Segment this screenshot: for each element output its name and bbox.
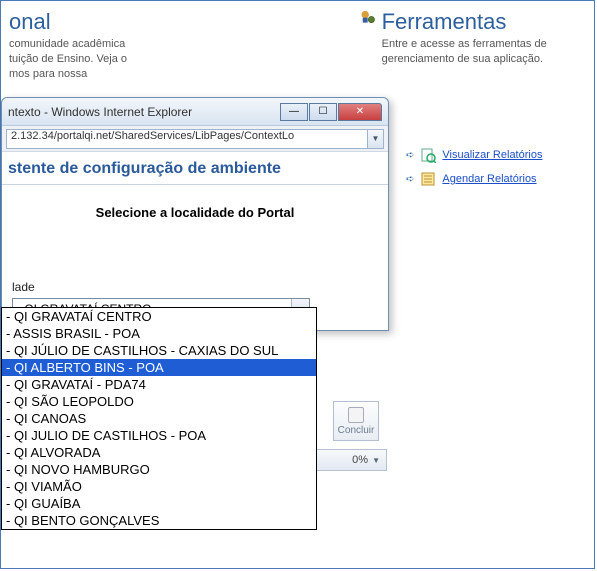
visualize-reports-link[interactable]: Visualizar Relatórios <box>442 149 542 161</box>
locality-dropdown-list[interactable]: - QI GRAVATAÍ CENTRO- ASSIS BRASIL - POA… <box>1 307 317 530</box>
window-titlebar[interactable]: ntexto - Windows Internet Explorer — ☐ ✕ <box>2 98 388 126</box>
dropdown-option[interactable]: - QI GUAÍBA <box>2 495 316 512</box>
dropdown-option[interactable]: - QI SÃO LEOPOLDO <box>2 393 316 410</box>
tool-link-visualize[interactable]: ➪ Visualizar Relatórios <box>406 147 542 163</box>
bg-right-desc: Entre e acesse as ferramentas de gerenci… <box>382 37 586 67</box>
tools-section-icon <box>359 9 378 35</box>
dropdown-option[interactable]: - QI ALVORADA <box>2 444 316 461</box>
bg-right-title: Ferramentas <box>382 9 586 35</box>
dropdown-option[interactable]: - QI JÚLIO DE CASTILHOS - CAXIAS DO SUL <box>2 342 316 359</box>
dropdown-option[interactable]: - QI JULIO DE CASTILHOS - POA <box>2 427 316 444</box>
report-icon <box>420 147 436 163</box>
tool-link-schedule[interactable]: ➪ Agendar Relatórios <box>406 171 542 187</box>
close-button[interactable]: ✕ <box>338 103 382 121</box>
dropdown-option[interactable]: - QI NOVO HAMBURGO <box>2 461 316 478</box>
bg-left-desc: comunidade acadêmica tuição de Ensino. V… <box>9 37 343 82</box>
tool-links: ➪ Visualizar Relatórios ➪ Agendar Relató… <box>406 147 542 195</box>
dropdown-option[interactable]: - QI GRAVATAÍ CENTRO <box>2 308 316 325</box>
zoom-value: 0% <box>352 454 368 466</box>
window-title: ntexto - Windows Internet Explorer <box>8 105 279 119</box>
wizard-title: stente de configuração de ambiente <box>8 160 382 178</box>
dropdown-option[interactable]: - QI ALBERTO BINS - POA <box>2 359 316 376</box>
chevron-down-icon[interactable]: ▼ <box>372 456 380 465</box>
dropdown-option[interactable]: - QI VIAMÃO <box>2 478 316 495</box>
finish-icon <box>348 407 364 423</box>
schedule-icon <box>420 171 436 187</box>
schedule-reports-link[interactable]: Agendar Relatórios <box>442 173 536 185</box>
dropdown-option[interactable]: - ASSIS BRASIL - POA <box>2 325 316 342</box>
arrow-icon: ➪ <box>406 150 414 161</box>
dropdown-option[interactable]: - QI GRAVATAÍ - PDA74 <box>2 376 316 393</box>
bg-left-title: onal <box>9 9 343 35</box>
instruction-text: Selecione a localidade do Portal <box>12 205 378 220</box>
url-dropdown-icon[interactable]: ▼ <box>368 129 384 149</box>
finish-button[interactable]: Concluir <box>333 401 379 441</box>
maximize-button[interactable]: ☐ <box>309 103 337 121</box>
address-bar: 2.132.34/portalqi.net/SharedServices/Lib… <box>2 126 388 152</box>
background-content: onal comunidade acadêmica tuição de Ensi… <box>1 9 594 82</box>
dropdown-option[interactable]: - QI CANOAS <box>2 410 316 427</box>
url-input[interactable]: 2.132.34/portalqi.net/SharedServices/Lib… <box>6 129 368 149</box>
popup-window: ntexto - Windows Internet Explorer — ☐ ✕… <box>1 97 389 331</box>
locality-label: lade <box>12 280 378 294</box>
arrow-icon: ➪ <box>406 174 414 185</box>
popup-header: stente de configuração de ambiente <box>2 152 388 185</box>
minimize-button[interactable]: — <box>280 103 308 121</box>
dropdown-option[interactable]: - QI BENTO GONÇALVES <box>2 512 316 529</box>
